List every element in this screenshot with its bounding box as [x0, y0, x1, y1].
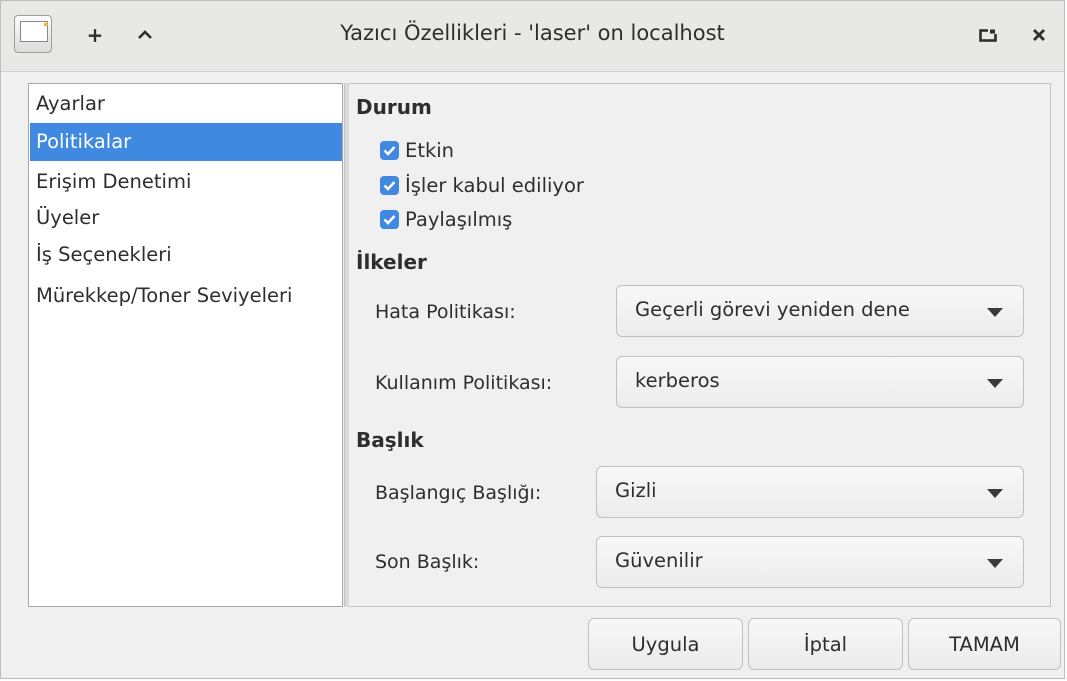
- banner-section-title: Başlık: [356, 428, 424, 452]
- error-policy-dropdown[interactable]: Geçerli görevi yeniden dene: [616, 285, 1024, 337]
- status-section-title: Durum: [356, 95, 432, 119]
- window-title: Yazıcı Özellikleri - 'laser' on localhos…: [340, 21, 725, 45]
- chevron-down-icon: [987, 308, 1003, 317]
- enabled-checkbox-row[interactable]: Etkin: [380, 135, 454, 165]
- shared-checkbox[interactable]: [380, 209, 399, 229]
- sidebar-item-access-control[interactable]: Erişim Denetimi: [30, 163, 342, 201]
- enabled-checkbox[interactable]: [380, 140, 399, 160]
- chevron-down-icon: [987, 379, 1003, 388]
- printer-properties-window: + Yazıcı Özellikleri - 'laser' on localh…: [0, 0, 1065, 679]
- usage-policy-dropdown[interactable]: kerberos: [616, 356, 1024, 408]
- usage-policy-label: Kullanım Politikası:: [375, 372, 553, 394]
- sidebar-item-policies[interactable]: Politikalar: [30, 123, 342, 161]
- cancel-button[interactable]: İptal: [748, 618, 903, 670]
- accepting-jobs-checkbox-row[interactable]: İşler kabul ediliyor: [380, 170, 584, 200]
- sidebar-item-settings[interactable]: Ayarlar: [30, 85, 342, 123]
- restore-icon[interactable]: [976, 23, 1000, 47]
- sidebar-item-ink-toner-levels[interactable]: Mürekkep/Toner Seviyeleri: [30, 277, 342, 315]
- policies-section-title: İlkeler: [356, 250, 427, 274]
- start-banner-value: Gizli: [615, 479, 657, 502]
- chevron-up-icon[interactable]: [133, 23, 157, 47]
- accepting-jobs-label: İşler kabul ediliyor: [405, 173, 584, 197]
- accepting-jobs-checkbox[interactable]: [380, 175, 399, 195]
- enabled-label: Etkin: [405, 138, 455, 162]
- sidebar-item-job-options[interactable]: İş Seçenekleri: [30, 236, 342, 274]
- apply-button[interactable]: Uygula: [588, 618, 743, 670]
- shared-label: Paylaşılmış: [405, 207, 513, 231]
- error-policy-value: Geçerli görevi yeniden dene: [635, 298, 910, 321]
- ok-button[interactable]: TAMAM: [908, 618, 1061, 670]
- add-icon[interactable]: +: [83, 23, 107, 47]
- usage-policy-value: kerberos: [635, 369, 720, 392]
- sidebar-item-members[interactable]: Üyeler: [30, 199, 342, 237]
- start-banner-label: Başlangıç Başlığı:: [375, 482, 542, 504]
- chevron-down-icon: [987, 559, 1003, 568]
- titlebar: + Yazıcı Özellikleri - 'laser' on localh…: [1, 1, 1064, 72]
- settings-category-list: Ayarlar Politikalar Erişim Denetimi Üyel…: [28, 83, 343, 607]
- close-icon[interactable]: [1027, 23, 1051, 47]
- end-banner-dropdown[interactable]: Güvenilir: [596, 536, 1024, 588]
- end-banner-value: Güvenilir: [615, 549, 703, 572]
- printer-app-icon[interactable]: [14, 15, 52, 53]
- start-banner-dropdown[interactable]: Gizli: [596, 466, 1024, 518]
- policies-panel: Durum Etkin İşler kabul ediliyor Paylaşı…: [349, 83, 1051, 607]
- error-policy-label: Hata Politikası:: [375, 301, 516, 323]
- end-banner-label: Son Başlık:: [375, 551, 480, 573]
- shared-checkbox-row[interactable]: Paylaşılmış: [380, 204, 512, 234]
- chevron-down-icon: [987, 489, 1003, 498]
